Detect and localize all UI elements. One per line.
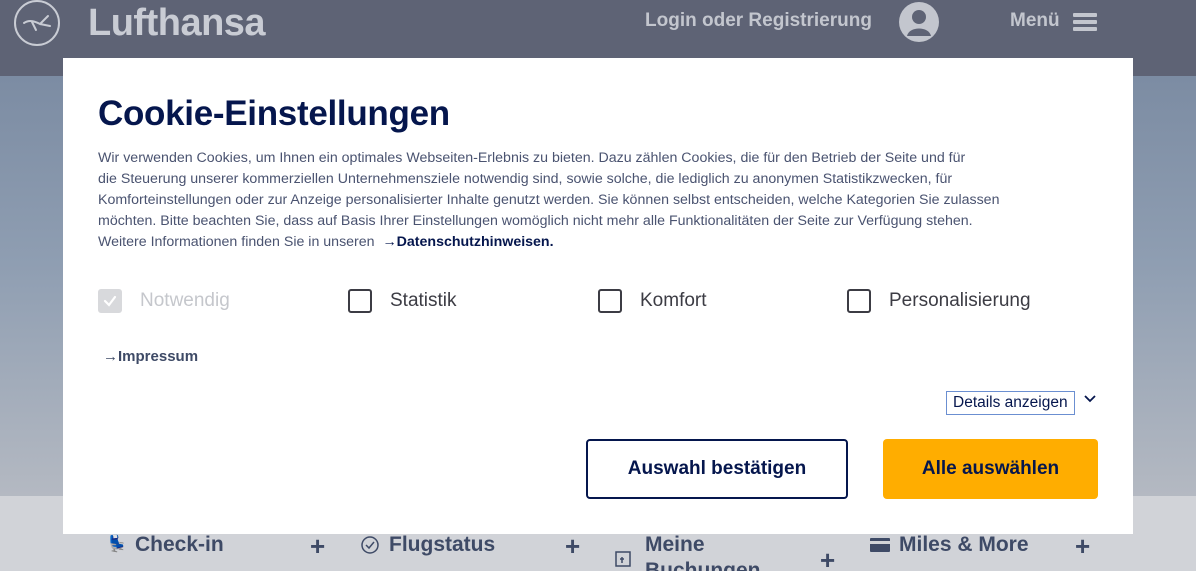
komfort-checkbox[interactable] bbox=[598, 289, 622, 313]
cookie-settings-dialog: Cookie-Einstellungen Wir verwenden Cooki… bbox=[63, 58, 1133, 534]
user-icon[interactable] bbox=[899, 2, 939, 42]
expand-icon[interactable]: + bbox=[310, 531, 325, 562]
impressum-label: Impressum bbox=[118, 348, 199, 365]
lufthansa-crane-logo-icon[interactable] bbox=[14, 0, 60, 46]
personalisierung-label[interactable]: Personalisierung bbox=[889, 289, 1031, 313]
dialog-title: Cookie-Einstellungen bbox=[98, 94, 450, 133]
description-line: Wir verwenden Cookies, um Ihnen ein opti… bbox=[98, 150, 966, 166]
dialog-description: Wir verwenden Cookies, um Ihnen ein opti… bbox=[98, 148, 1098, 253]
arrow-right-icon: → bbox=[378, 234, 397, 250]
notwendig-label: Notwendig bbox=[140, 290, 230, 311]
checkin-seat-icon: 💺 bbox=[107, 536, 127, 553]
expand-icon[interactable]: + bbox=[565, 531, 580, 562]
clock-check-icon bbox=[361, 536, 379, 554]
description-line: möchten. Bitte beachten Sie, dass auf Ba… bbox=[98, 213, 973, 229]
privacy-link-label: Datenschutzhinweisen. bbox=[396, 234, 554, 250]
statistik-label[interactable]: Statistik bbox=[390, 289, 457, 313]
description-line: die Steuerung unserer kommerziellen Unte… bbox=[98, 171, 953, 187]
chevron-down-icon[interactable] bbox=[1082, 392, 1098, 406]
description-last-line: Weitere Informationen finden Sie in unse… bbox=[98, 234, 375, 250]
statistik-checkbox[interactable] bbox=[348, 289, 372, 313]
privacy-link[interactable]: →Datenschutzhinweisen. bbox=[378, 234, 554, 250]
quickbar-item-flugstatus[interactable]: Flugstatus bbox=[389, 532, 495, 558]
personalisierung-checkbox[interactable] bbox=[847, 289, 871, 313]
brand-name[interactable]: Lufthansa bbox=[88, 0, 266, 46]
komfort-label[interactable]: Komfort bbox=[640, 289, 707, 313]
expand-icon[interactable]: + bbox=[820, 545, 835, 571]
description-line: Weitere Informationen finden Sie in unse… bbox=[98, 232, 1098, 253]
login-link[interactable]: Login oder Registrierung bbox=[645, 10, 872, 32]
arrow-right-icon: → bbox=[103, 348, 118, 365]
hamburger-menu-icon[interactable] bbox=[1073, 13, 1097, 31]
card-icon bbox=[870, 538, 890, 556]
menu-link[interactable]: Menü bbox=[1010, 10, 1060, 32]
quickbar-item-buchungen[interactable]: Meine Buchungen bbox=[645, 532, 805, 571]
quickbar-item-checkin[interactable]: Check-in bbox=[135, 532, 224, 558]
notwendig-checkbox bbox=[98, 289, 122, 313]
calendar-booking-icon bbox=[614, 548, 632, 567]
confirm-selection-button[interactable]: Auswahl bestätigen bbox=[586, 439, 848, 499]
description-line: Komforteinstellungen oder zur Anzeige pe… bbox=[98, 192, 1000, 208]
quickbar-item-milesmore[interactable]: Miles & More bbox=[899, 532, 1029, 558]
impressum-link[interactable]: →Impressum bbox=[103, 348, 198, 365]
accept-all-button[interactable]: Alle auswählen bbox=[883, 439, 1098, 499]
expand-icon[interactable]: + bbox=[1075, 531, 1090, 562]
details-toggle[interactable]: Details anzeigen bbox=[946, 391, 1075, 415]
